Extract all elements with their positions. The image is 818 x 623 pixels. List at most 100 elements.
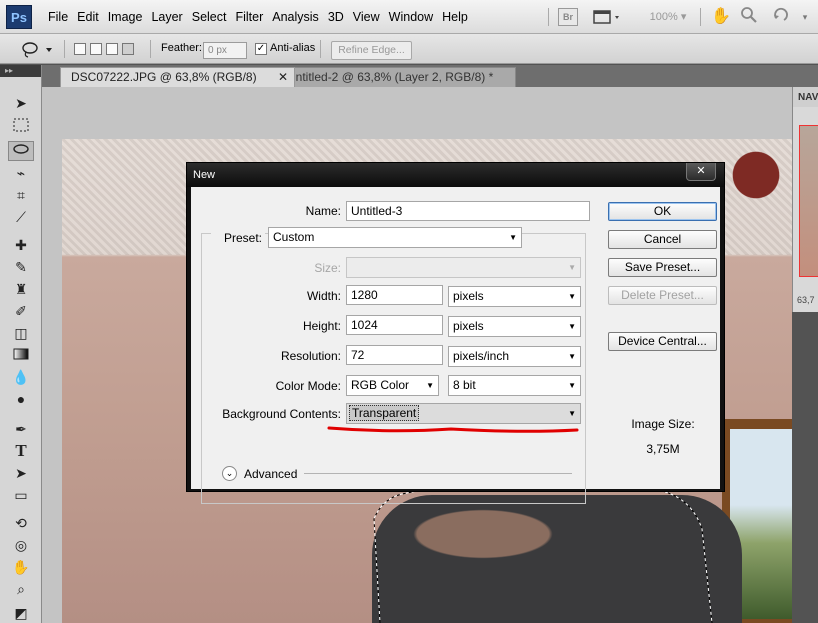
height-label: Height: (302, 319, 341, 333)
feather-label: Feather: (161, 42, 202, 54)
menu-list: File Edit Image Layer Select Filter Anal… (48, 0, 475, 34)
chevron-down-icon: ▼ (568, 381, 576, 390)
separator (320, 40, 321, 58)
shape-tool-icon[interactable]: ▭ (8, 485, 34, 505)
advanced-label[interactable]: Advanced (244, 467, 297, 481)
menu-analysis[interactable]: Analysis (270, 0, 326, 34)
3d-orbit-tool-icon[interactable]: ◎ (8, 535, 34, 555)
navigator-panel: NAV 63,7 (792, 87, 818, 312)
resolution-unit-value: pixels/inch (453, 349, 510, 363)
hand-tool-icon[interactable]: ✋ (710, 6, 732, 28)
cancel-button[interactable]: Cancel (608, 230, 717, 249)
menu-window[interactable]: Window (387, 0, 440, 34)
menu-edit[interactable]: Edit (75, 0, 106, 34)
add-to-selection-icon[interactable] (90, 43, 102, 55)
menu-layer[interactable]: Layer (149, 0, 189, 34)
marquee-tool-icon[interactable] (8, 117, 34, 137)
dialog-titlebar[interactable]: New ✕ (187, 163, 724, 187)
history-brush-tool-icon[interactable]: ✐ (8, 301, 34, 321)
dialog-body: Name: Untitled-3 Preset: Custom ▼ Size: … (191, 187, 720, 504)
options-bar: Feather: 0 px ✓ Anti-alias Refine Edge..… (0, 34, 818, 64)
crop-tool-icon[interactable]: ⌗ (8, 185, 34, 205)
height-input[interactable]: 1024 (346, 315, 443, 335)
separator (64, 40, 65, 58)
menu-file[interactable]: File (48, 0, 75, 34)
chevron-down-icon: ▼ (568, 409, 576, 418)
background-contents-value: Transparent (349, 405, 420, 421)
healing-brush-tool-icon[interactable]: ✚ (8, 235, 34, 255)
navigator-title[interactable]: NAV (793, 87, 818, 107)
device-central-button[interactable]: Device Central... (608, 332, 717, 351)
3d-rotate-tool-icon[interactable]: ⟲ (8, 513, 34, 533)
height-unit-value: pixels (453, 319, 484, 333)
resolution-label: Resolution: (280, 349, 341, 363)
dodge-tool-icon[interactable]: ● (8, 389, 34, 409)
subtract-selection-icon[interactable] (106, 43, 118, 55)
menu-bar: Ps File Edit Image Layer Select Filter A… (0, 0, 818, 34)
zoom-level-value: 100% (649, 11, 678, 23)
zoom-tool-icon[interactable]: ⌕ (8, 579, 34, 599)
dialog-title: New (193, 169, 216, 181)
background-contents-select[interactable]: Transparent ▼ (346, 403, 581, 424)
bit-depth-select[interactable]: 8 bit ▼ (448, 375, 581, 396)
height-unit-select[interactable]: pixels ▼ (448, 316, 581, 337)
navigator-thumbnail[interactable] (799, 125, 818, 277)
navigator-zoom-field[interactable]: 63,7 (797, 295, 815, 305)
save-preset-button[interactable]: Save Preset... (608, 258, 717, 277)
arrange-dropdown-icon[interactable]: ▾ (798, 6, 812, 28)
width-unit-value: pixels (453, 289, 484, 303)
menu-help[interactable]: Help (440, 0, 475, 34)
zoom-tool-icon[interactable] (738, 6, 760, 28)
new-document-dialog: New ✕ Name: Untitled-3 Preset: Custom ▼ … (186, 162, 725, 504)
tab-label: Untitled-2 @ 63,8% (Layer 2, RGB/8) * (287, 70, 494, 84)
quick-selection-tool-icon[interactable]: ⌁ (8, 163, 34, 183)
path-selection-tool-icon[interactable]: ➤ (8, 463, 34, 483)
resolution-unit-select[interactable]: pixels/inch ▼ (448, 346, 581, 367)
antialias-checkbox[interactable]: ✓ (255, 43, 267, 55)
advanced-expand-icon[interactable]: ⌄ (222, 466, 237, 481)
color-swatches-icon[interactable]: ◩ (8, 603, 34, 623)
separator (548, 8, 549, 26)
tools-panel-header[interactable]: ▸▸ (0, 65, 41, 77)
type-tool-icon[interactable]: T (8, 441, 34, 461)
gradient-tool-icon[interactable] (8, 345, 34, 365)
size-select: ▼ (346, 257, 581, 278)
eyedropper-tool-icon[interactable]: ⟋ (8, 207, 34, 227)
tab-untitled-2[interactable]: Untitled-2 @ 63,8% (Layer 2, RGB/8) * (276, 67, 516, 87)
ok-button[interactable]: OK (608, 202, 717, 221)
bridge-icon[interactable]: Br (558, 8, 578, 26)
name-label: Name: (305, 204, 341, 218)
tab-dsc07222[interactable]: DSC07222.JPG @ 63,8% (RGB/8) ✕ (60, 67, 295, 87)
menu-filter[interactable]: Filter (233, 0, 270, 34)
screen-mode-icon[interactable] (592, 6, 624, 28)
dialog-close-button[interactable]: ✕ (686, 163, 716, 181)
width-unit-select[interactable]: pixels ▼ (448, 286, 581, 307)
zoom-level-dropdown[interactable]: 100% ▾ (643, 6, 693, 28)
new-selection-icon[interactable] (74, 43, 86, 55)
tab-close-icon[interactable]: ✕ (278, 68, 288, 87)
preset-value: Custom (273, 230, 315, 244)
lasso-tool-icon[interactable] (8, 141, 34, 161)
preset-select[interactable]: Custom ▼ (268, 227, 522, 248)
feather-input[interactable]: 0 px (203, 42, 247, 59)
tool-preset-picker[interactable] (20, 40, 58, 58)
width-input[interactable]: 1280 (346, 285, 443, 305)
menu-image[interactable]: Image (106, 0, 150, 34)
clone-stamp-tool-icon[interactable]: ♜ (8, 279, 34, 299)
blur-tool-icon[interactable]: 💧 (8, 367, 34, 387)
resolution-input[interactable]: 72 (346, 345, 443, 365)
intersect-selection-icon[interactable] (122, 43, 134, 55)
refine-edge-button[interactable]: Refine Edge... (331, 41, 412, 60)
hand-tool-icon[interactable]: ✋ (8, 557, 34, 577)
menu-3d[interactable]: 3D (326, 0, 351, 34)
tab-label: DSC07222.JPG @ 63,8% (RGB/8) (71, 70, 257, 84)
menu-select[interactable]: Select (190, 0, 234, 34)
brush-tool-icon[interactable]: ✎ (8, 257, 34, 277)
pen-tool-icon[interactable]: ✒ (8, 419, 34, 439)
rotate-view-icon[interactable] (770, 6, 792, 28)
color-mode-select[interactable]: RGB Color ▼ (346, 375, 439, 396)
eraser-tool-icon[interactable]: ◫ (8, 323, 34, 343)
menu-view[interactable]: View (351, 0, 387, 34)
name-input[interactable]: Untitled-3 (346, 201, 590, 221)
move-tool-icon[interactable]: ➤ (8, 93, 34, 113)
